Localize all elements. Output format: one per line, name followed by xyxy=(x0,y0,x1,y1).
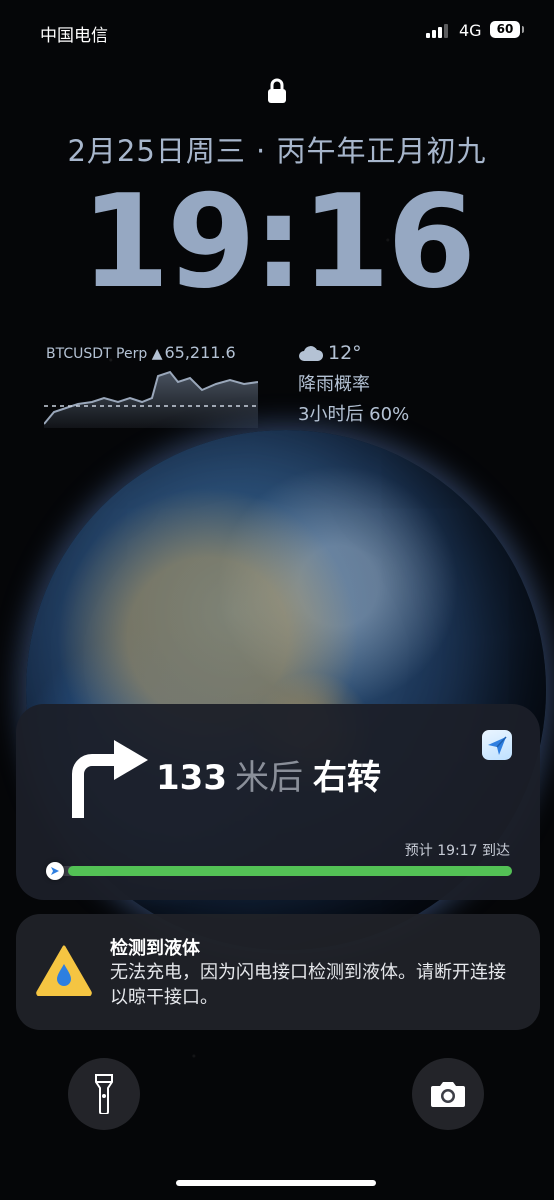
cloud-icon xyxy=(299,346,324,361)
weather-temperature: 12° xyxy=(328,342,362,364)
home-indicator[interactable] xyxy=(176,1180,376,1186)
nav-eta: 预计 19:17 到达 xyxy=(404,843,510,859)
network-type: 4G xyxy=(459,21,482,40)
warning-liquid-icon xyxy=(36,945,92,996)
ticker-sparkline xyxy=(44,370,258,428)
route-progress-bar xyxy=(54,866,512,876)
ticker-price: 65,211.6 xyxy=(164,343,236,362)
turn-right-arrow-icon xyxy=(72,740,148,818)
lock-screen-date: 2月25日周三 · 丙午年正月初九 xyxy=(67,134,487,168)
ticker-symbol: BTCUSDT Perp xyxy=(46,346,148,362)
lock-screen-clock: 19:16 xyxy=(80,168,476,317)
ticker-label: BTCUSDT Perp ▲ 65,211.6 xyxy=(46,343,236,362)
camera-icon xyxy=(431,1082,465,1107)
nav-distance-unit: 米后 xyxy=(234,758,303,798)
route-progress-fill xyxy=(67,866,512,876)
weather-rain-label: 降雨概率 xyxy=(298,374,370,395)
location-arrow-icon xyxy=(51,867,59,875)
camera-button[interactable] xyxy=(412,1058,484,1130)
carrier-name: 中国电信 xyxy=(40,26,108,46)
notification-title: 检测到液体 xyxy=(110,938,200,959)
flashlight-icon xyxy=(95,1074,113,1114)
crypto-ticker-widget[interactable]: BTCUSDT Perp ▲ 65,211.6 xyxy=(44,340,258,430)
signal-strength-icon xyxy=(426,24,448,38)
up-triangle-icon: ▲ xyxy=(151,346,163,362)
current-position-marker xyxy=(46,862,64,880)
status-bar: 中国电信 4G 60 xyxy=(0,0,554,64)
notification-body: 无法充电，因为闪电接口检测到液体。请断开连接以晾干接口。 xyxy=(110,962,506,1008)
liquid-detected-notification[interactable]: 检测到液体 无法充电，因为闪电接口检测到液体。请断开连接以晾干接口。 xyxy=(16,914,540,1030)
weather-widget[interactable]: 12° 降雨概率 3小时后 60% xyxy=(298,340,498,426)
flashlight-button[interactable] xyxy=(68,1058,140,1130)
weather-rain-forecast: 3小时后 60% xyxy=(298,404,410,425)
nav-instruction: 133 米后 右转 xyxy=(156,750,381,799)
lock-icon xyxy=(268,78,286,103)
weather-temp-row: 12° xyxy=(298,340,498,366)
nav-turn-direction: 右转 xyxy=(312,758,381,798)
battery-indicator: 60 xyxy=(490,21,524,38)
navigation-live-activity[interactable]: 133 米后 右转 预计 19:17 到达 xyxy=(16,704,540,900)
nav-distance: 133 xyxy=(156,758,227,798)
navigation-app-icon xyxy=(482,730,512,760)
